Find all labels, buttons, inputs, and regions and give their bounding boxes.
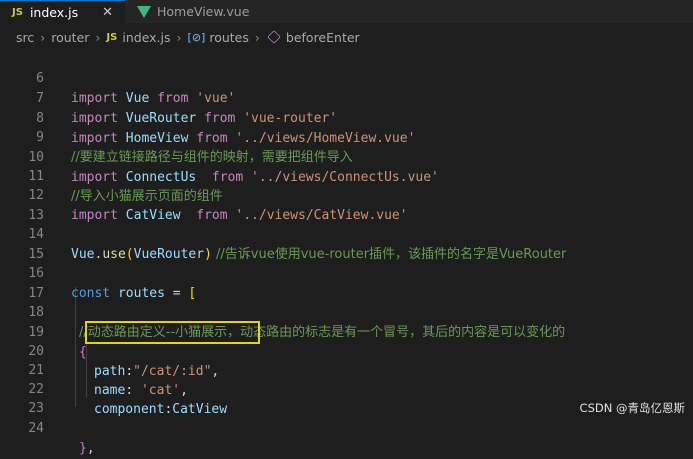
code-line[interactable]: 6 import Vue from 'vue' (0, 49, 693, 69)
breadcrumb-item-beforeenter[interactable]: beforeEnter (286, 30, 360, 45)
chevron-right-icon: › (95, 30, 100, 45)
code-line[interactable]: 21 name: 'cat', (0, 341, 693, 361)
tab-label: index.js (30, 5, 78, 20)
code-line[interactable]: 10 import ConnectUs from '../views/Conne… (0, 128, 693, 148)
code-line[interactable]: 7 import VueRouter from 'vue-router' (0, 69, 693, 89)
code-line[interactable]: 14 Vue.use(VueRouter) //告诉vue使用vue-route… (0, 205, 693, 225)
breadcrumb-item-routes[interactable]: routes (209, 30, 249, 45)
code-line[interactable]: 12 import CatView from '../views/CatView… (0, 166, 693, 186)
code-line[interactable]: 8 import HomeView from '../views/HomeVie… (0, 89, 693, 109)
code-line[interactable]: 17 (0, 264, 693, 284)
code-line[interactable]: 16 const routes = [ (0, 244, 693, 264)
tab-homeview-vue[interactable]: HomeView.vue (125, 0, 275, 23)
chevron-right-icon: › (255, 30, 260, 45)
breadcrumb: src › router › JS index.js › [⊘] routes … (0, 27, 693, 47)
code-line[interactable]: 22 component:CatView (0, 360, 693, 380)
code-text: }, (79, 439, 95, 459)
code-line[interactable]: 15 (0, 225, 693, 245)
vue-icon (137, 6, 151, 18)
javascript-icon: JS (12, 7, 23, 18)
tab-label: HomeView.vue (157, 4, 249, 19)
code-line[interactable]: 23 (0, 379, 693, 399)
breadcrumb-item-router[interactable]: router (51, 30, 89, 45)
editor-tab-bar: JS index.js ✕ HomeView.vue (0, 0, 693, 23)
highlight-box (85, 321, 260, 344)
line-number: 24 (0, 419, 44, 439)
chevron-right-icon: › (40, 30, 45, 45)
breadcrumb-item-index-js[interactable]: index.js (122, 30, 170, 45)
method-icon (267, 30, 281, 44)
javascript-icon: JS (106, 32, 117, 43)
code-line[interactable]: 9 //要建立链接路径与组件的映射，需要把组件导入 (0, 108, 693, 128)
tab-index-js[interactable]: JS index.js ✕ (0, 0, 125, 23)
close-icon[interactable]: ✕ (102, 5, 113, 20)
code-line[interactable]: 11 //导入小猫展示页面的组件 (0, 147, 693, 167)
code-line[interactable]: 18 //动态路由定义--小猫展示，动态路由的标志是有一个冒号，其后的内容是可以… (0, 283, 693, 303)
code-line[interactable]: 19 { (0, 303, 693, 323)
variable-icon: [⊘] (188, 31, 206, 44)
code-line[interactable]: 13 (0, 186, 693, 206)
breadcrumb-item-src[interactable]: src (16, 30, 34, 45)
chevron-right-icon: › (177, 30, 182, 45)
watermark: CSDN @青岛亿恩斯 (580, 400, 685, 416)
